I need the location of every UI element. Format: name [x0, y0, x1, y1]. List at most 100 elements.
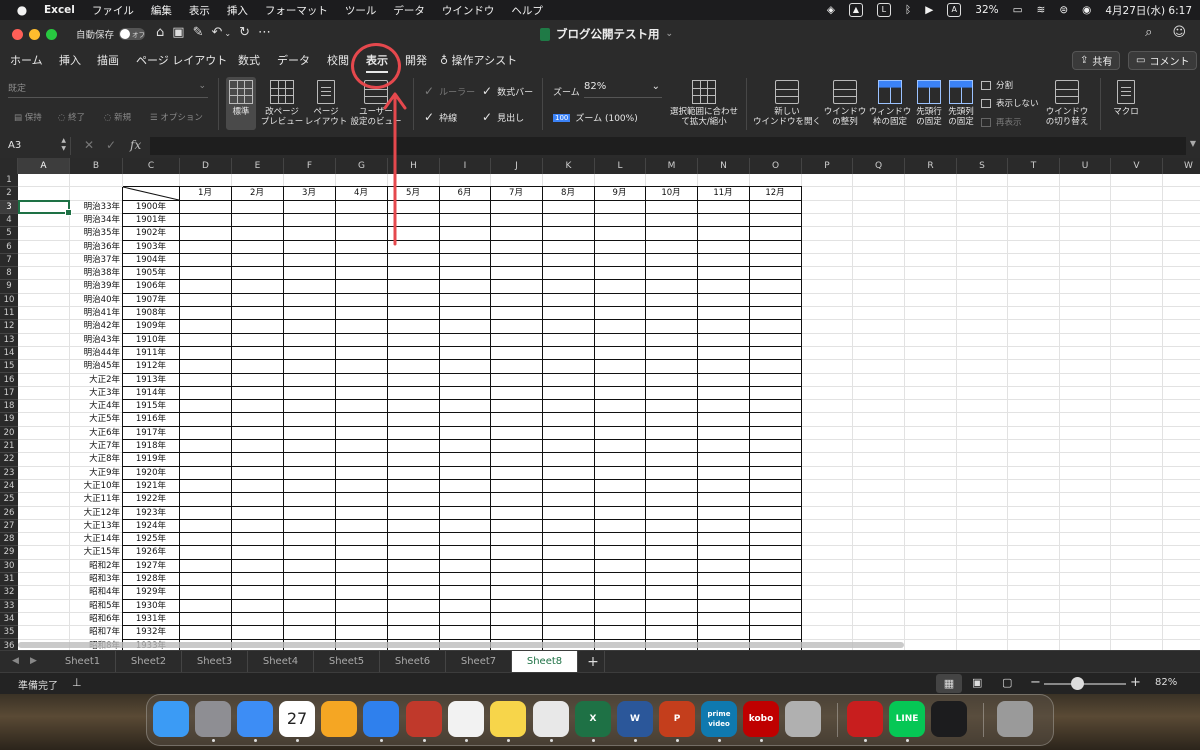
page-break-preview-button[interactable]: 改ページ プレビュー — [260, 80, 304, 127]
zoom-select[interactable]: 82% ⌄ — [584, 81, 662, 98]
era-year-cell[interactable]: 明治44年 — [70, 347, 120, 360]
western-year-cell[interactable]: 1928年 — [123, 573, 166, 586]
search-icon[interactable]: ⌕ — [1145, 25, 1152, 40]
page-layout-status-icon[interactable]: ▣ — [972, 676, 982, 689]
zoom-out-icon[interactable]: − — [1030, 675, 1041, 690]
undo-dropdown-icon[interactable]: ⌄ — [224, 29, 231, 40]
western-year-cell[interactable]: 1916年 — [123, 413, 166, 426]
western-year-cell[interactable]: 1901年 — [123, 214, 166, 227]
row-header[interactable]: 31 — [0, 573, 18, 587]
zoom-to-selection-button[interactable]: 選択範囲に合わせ て拡大/縮小 — [664, 80, 744, 127]
era-year-cell[interactable]: 大正9年 — [70, 467, 120, 480]
western-year-cell[interactable]: 1910年 — [123, 334, 166, 347]
sheet-tab[interactable]: Sheet5 — [314, 651, 380, 673]
era-year-cell[interactable]: 昭和6年 — [70, 613, 120, 626]
cell-grid[interactable]: 1月 2月 3月 4月 5月 6月 7月 8月 9月 10月 11月 12月 明治33年 明治34年 明治3… — [18, 174, 1200, 650]
era-year-cell[interactable]: 大正2年 — [70, 374, 120, 387]
redo-icon[interactable]: ↻ — [239, 25, 250, 40]
row-header[interactable]: 2 — [0, 187, 18, 201]
row-header[interactable]: 25 — [0, 493, 18, 507]
western-year-cell[interactable]: 1932年 — [123, 626, 166, 639]
row-header[interactable]: 3 — [0, 200, 18, 214]
era-year-cell[interactable]: 明治40年 — [70, 294, 120, 307]
western-year-cell[interactable]: 1920年 — [123, 467, 166, 480]
era-year-cell[interactable]: 明治38年 — [70, 267, 120, 280]
normal-view-button[interactable]: 標準 — [226, 77, 256, 130]
row-header[interactable]: 14 — [0, 347, 18, 361]
page-layout-view-button[interactable]: ページ レイアウト — [304, 80, 348, 127]
era-year-cell[interactable]: 昭和7年 — [70, 626, 120, 639]
column-header[interactable]: Q — [853, 158, 905, 174]
column-header[interactable]: C — [123, 158, 180, 174]
enter-icon[interactable]: ✓ — [106, 138, 116, 152]
row-header[interactable]: 29 — [0, 546, 18, 560]
sheet-view-keep[interactable]: ▤ 保持 — [14, 111, 42, 123]
western-year-cell[interactable]: 1902年 — [123, 227, 166, 240]
western-year-cell[interactable]: 1914年 — [123, 387, 166, 400]
era-year-cell[interactable]: 明治35年 — [70, 227, 120, 240]
row-header[interactable]: 10 — [0, 294, 18, 307]
month-header-cell[interactable]: 10月 — [646, 187, 696, 200]
switch-windows-button[interactable]: ウインドウ の切り替え — [1040, 80, 1094, 127]
rakuten-kobo-app-icon[interactable]: kobo — [743, 701, 779, 737]
column-header[interactable]: K — [543, 158, 595, 174]
row-header[interactable]: 34 — [0, 613, 18, 627]
sheet-view-options[interactable]: ☰ オプション — [150, 111, 203, 123]
row-header[interactable]: 21 — [0, 440, 18, 454]
prime-video-app-icon[interactable]: prime video — [701, 701, 737, 737]
horizontal-scrollbar[interactable] — [18, 642, 904, 648]
close-window-button[interactable] — [12, 29, 23, 40]
zoom-100-button[interactable]: 100 ズーム (100%) — [553, 111, 638, 124]
minimize-window-button[interactable] — [29, 29, 40, 40]
apple-icon[interactable]: ● — [14, 3, 30, 17]
western-year-cell[interactable]: 1925年 — [123, 533, 166, 546]
western-year-cell[interactable]: 1923年 — [123, 507, 166, 520]
western-year-cell[interactable]: 1911年 — [123, 347, 166, 360]
sheet-tab[interactable]: Sheet2 — [116, 651, 182, 673]
menu-app-excel[interactable]: Excel — [44, 4, 75, 16]
active-cell-a3[interactable] — [18, 199, 72, 217]
insert-function-icon[interactable]: fx — [130, 138, 141, 152]
battery-icon[interactable]: ▭ — [1013, 4, 1023, 16]
sheet-tab[interactable]: Sheet1 — [50, 651, 116, 673]
sheet-tab[interactable]: Sheet7 — [446, 651, 512, 673]
hide-window-button[interactable]: 表示しない — [981, 97, 1039, 109]
safari-app-icon[interactable] — [363, 701, 399, 737]
column-header[interactable]: E — [232, 158, 284, 174]
account-icon[interactable]: ☺ — [1172, 25, 1186, 40]
western-year-cell[interactable]: 1903年 — [123, 241, 166, 254]
sheet-tab[interactable]: Sheet6 — [380, 651, 446, 673]
stepper-icon[interactable]: ▲ ▼ — [61, 137, 66, 153]
era-year-cell[interactable]: 大正4年 — [70, 400, 120, 413]
row-header[interactable]: 11 — [0, 307, 18, 321]
era-year-cell[interactable]: 明治41年 — [70, 307, 120, 320]
arrange-all-button[interactable]: ウインドウ の整列 — [822, 80, 868, 127]
column-header[interactable]: B — [70, 158, 123, 174]
headings-checkbox[interactable]: ✓ 見出し — [482, 110, 524, 124]
month-header-cell[interactable]: 1月 — [180, 187, 230, 200]
bluetooth-icon[interactable]: ᛒ — [905, 4, 911, 16]
add-sheet-button[interactable]: + — [582, 651, 605, 673]
western-year-cell[interactable]: 1930年 — [123, 600, 166, 613]
western-year-cell[interactable]: 1917年 — [123, 427, 166, 440]
formula-input[interactable] — [150, 137, 1186, 155]
sheet-view-exit[interactable]: ◌ 終了 — [58, 111, 85, 123]
save-icon[interactable]: ▣ — [172, 25, 184, 40]
new-window-button[interactable]: 新しい ウインドウを開く — [752, 80, 822, 127]
tab-draw[interactable]: 描画 — [97, 52, 119, 68]
era-year-cell[interactable]: 明治39年 — [70, 280, 120, 293]
line-app-icon[interactable]: LINE — [889, 701, 925, 737]
acrobat-app-icon[interactable] — [847, 701, 883, 737]
column-header[interactable]: F — [284, 158, 336, 174]
save-as-icon[interactable]: ✎ — [193, 25, 204, 40]
row-header[interactable]: 18 — [0, 400, 18, 414]
row-header[interactable]: 9 — [0, 280, 18, 294]
row-header[interactable]: 30 — [0, 560, 18, 573]
column-header[interactable]: P — [802, 158, 853, 174]
row-header[interactable]: 36 — [0, 640, 18, 651]
sheet-view-select[interactable]: 既定 ⌄ — [8, 81, 208, 98]
western-year-cell[interactable]: 1909年 — [123, 320, 166, 333]
column-header[interactable]: T — [1008, 158, 1060, 174]
row-header[interactable]: 1 — [0, 174, 18, 188]
stocks-app-icon[interactable] — [931, 701, 967, 737]
